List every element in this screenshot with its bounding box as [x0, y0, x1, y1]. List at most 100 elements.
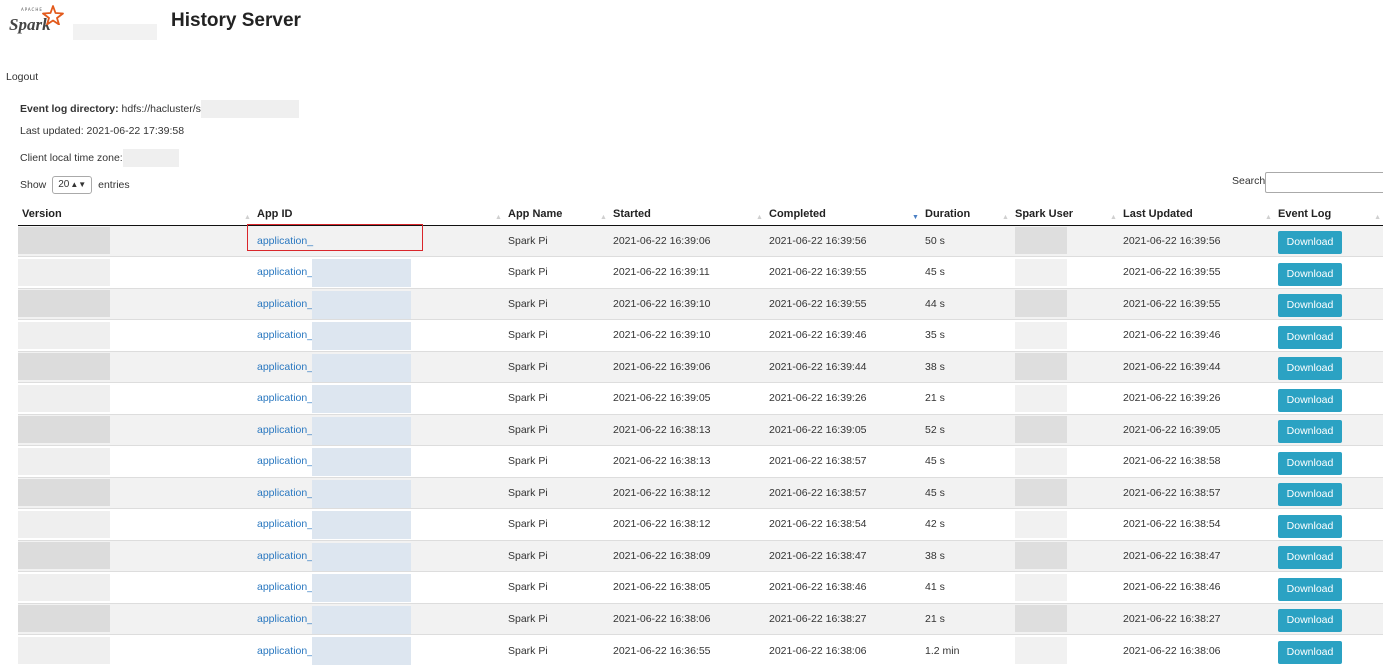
column-header-started[interactable]: Started ▲︎ [600, 204, 765, 226]
cell-spark-user [1011, 413, 1119, 446]
download-button[interactable]: Download [1278, 609, 1342, 633]
app-id-link[interactable]: application_ [257, 329, 313, 341]
cell-version [18, 602, 253, 635]
download-button[interactable]: Download [1278, 514, 1342, 538]
logout-link[interactable]: Logout [6, 71, 38, 83]
redacted-user [1015, 416, 1067, 444]
cell-app-id: application_ [253, 445, 504, 477]
table-row: application_ Spark Pi 2021-06-22 16:38:12 2… [18, 476, 1383, 509]
sort-icon: ▲︎ [1265, 214, 1272, 221]
column-header-event-log[interactable]: Event Log ▲︎ ▲︎ [1265, 204, 1383, 226]
app-id-link[interactable]: application_ [257, 361, 313, 373]
cell-duration: 41 s [921, 571, 1011, 603]
last-updated: Last updated: 2021-06-22 17:39:58 [20, 125, 185, 137]
cell-duration: 35 s [921, 319, 1011, 351]
column-header-spark-user[interactable]: Spark User ▲︎ [1002, 204, 1119, 226]
cell-spark-user [1011, 224, 1119, 257]
cell-completed: 2021-06-22 16:39:44 [765, 350, 921, 383]
column-header-completed[interactable]: Completed ▲︎ [756, 204, 921, 226]
cell-spark-user [1011, 508, 1119, 540]
timezone-label: Client local time zone: [20, 151, 123, 164]
app-id-link[interactable]: application_ [257, 581, 313, 593]
app-id-link[interactable]: application_ [257, 645, 313, 657]
cell-app-name: Spark Pi [504, 413, 609, 446]
column-header-label: Spark User [1015, 208, 1074, 221]
cell-app-id: application_ [253, 287, 504, 320]
app-id-link[interactable]: application_ [257, 613, 313, 625]
download-button[interactable]: Download [1278, 357, 1342, 381]
cell-app-name: Spark Pi [504, 571, 609, 603]
redacted-user [1015, 479, 1067, 507]
cell-last-updated: 2021-06-22 16:38:54 [1119, 508, 1274, 540]
cell-last-updated: 2021-06-22 16:38:06 [1119, 634, 1274, 666]
column-header-app-name[interactable]: App Name ▲︎ [495, 204, 609, 226]
search-input[interactable] [1265, 172, 1383, 193]
history-table: Version App ID ▲︎ App Name ▲︎ Started ▲︎ Comple… [18, 204, 1383, 666]
cell-app-name: Spark Pi [504, 508, 609, 540]
column-header-duration[interactable]: Duration ▼︎ [912, 204, 1011, 226]
redacted-app-id [312, 605, 411, 634]
app-id-link[interactable]: application_ [257, 392, 313, 404]
cell-event-log: Download [1274, 634, 1383, 666]
sort-icon: ▲︎ [1374, 214, 1381, 221]
download-button[interactable]: Download [1278, 483, 1342, 507]
table-row: application_ Spark Pi 2021-06-22 16:39:10 2… [18, 287, 1383, 320]
column-header-label: Version [22, 208, 62, 221]
spark-logo[interactable]: APACHE Spark [9, 5, 69, 35]
cell-last-updated: 2021-06-22 16:39:05 [1119, 413, 1274, 446]
cell-started: 2021-06-22 16:38:13 [609, 445, 765, 477]
cell-app-id: application_ [253, 508, 504, 540]
column-header-label: App ID [257, 208, 293, 221]
redacted-user [1015, 447, 1067, 475]
download-button[interactable]: Download [1278, 325, 1342, 349]
download-button[interactable]: Download [1278, 546, 1342, 570]
redacted-path [200, 100, 299, 118]
download-button[interactable]: Download [1278, 641, 1342, 664]
client-timezone: Client local time zone: [20, 149, 179, 167]
app-id-link[interactable]: application_ [257, 455, 313, 467]
download-button[interactable]: Download [1278, 577, 1342, 601]
app-id-link[interactable]: application_ [257, 518, 313, 530]
cell-event-log: Download [1274, 224, 1383, 257]
column-header-app-id[interactable]: App ID ▲︎ [244, 204, 504, 226]
download-button[interactable]: Download [1278, 420, 1342, 444]
cell-completed: 2021-06-22 16:39:56 [765, 224, 921, 257]
cell-app-name: Spark Pi [504, 382, 609, 414]
cell-app-name: Spark Pi [504, 319, 609, 351]
download-button[interactable]: Download [1278, 388, 1342, 412]
cell-event-log: Download [1274, 382, 1383, 414]
cell-version [18, 508, 253, 540]
download-button[interactable]: Download [1278, 262, 1342, 286]
app-id-link[interactable]: application_ [257, 298, 313, 310]
cell-started: 2021-06-22 16:38:06 [609, 602, 765, 635]
cell-duration: 38 s [921, 350, 1011, 383]
download-button[interactable]: Download [1278, 231, 1342, 255]
app-id-link[interactable]: application_ [257, 424, 313, 436]
app-id-link[interactable]: application_ [257, 487, 313, 499]
app-id-link[interactable]: application_ [257, 266, 313, 278]
cell-duration: 44 s [921, 287, 1011, 320]
table-row: application_ Spark Pi 2021-06-22 16:38:09 2… [18, 539, 1383, 572]
column-header-label: Event Log [1278, 208, 1332, 221]
cell-version [18, 256, 253, 288]
cell-app-name: Spark Pi [504, 445, 609, 477]
entries-length-control: Show 20 ▲︎▼︎ entries [20, 176, 130, 194]
cell-started: 2021-06-22 16:39:10 [609, 287, 765, 320]
cell-event-log: Download [1274, 539, 1383, 572]
column-header-last-updated[interactable]: Last Updated ▲︎ [1110, 204, 1274, 226]
cell-event-log: Download [1274, 476, 1383, 509]
redacted-version [18, 321, 110, 349]
download-button[interactable]: Download [1278, 451, 1342, 475]
download-button[interactable]: Download [1278, 294, 1342, 318]
cell-duration: 52 s [921, 413, 1011, 446]
entries-select[interactable]: 20 ▲︎▼︎ [52, 176, 93, 194]
app-id-link[interactable]: application_ [257, 550, 313, 562]
cell-app-name: Spark Pi [504, 287, 609, 320]
redacted-app-id [312, 322, 411, 350]
column-header-version[interactable]: Version [18, 204, 253, 226]
cell-event-log: Download [1274, 508, 1383, 540]
cell-last-updated: 2021-06-22 16:38:27 [1119, 602, 1274, 635]
redacted-app-id [312, 416, 411, 445]
cell-started: 2021-06-22 16:38:12 [609, 476, 765, 509]
cell-started: 2021-06-22 16:39:06 [609, 224, 765, 257]
